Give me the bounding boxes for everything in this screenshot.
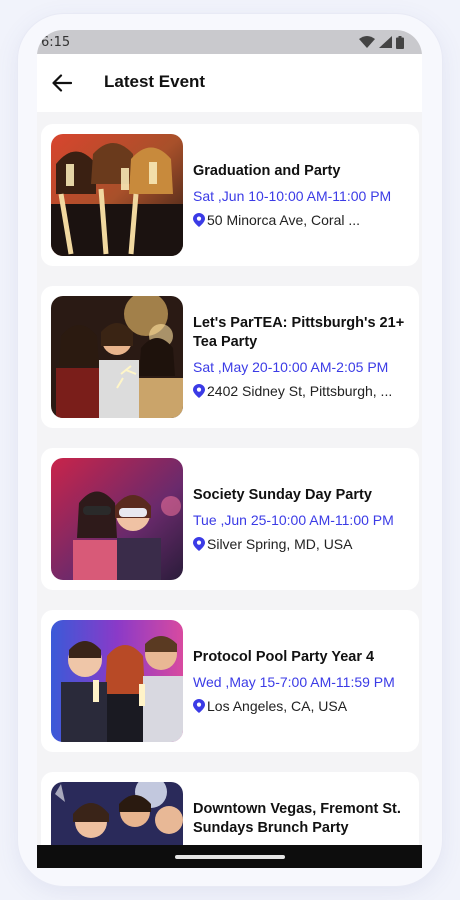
- status-time: 6:15: [41, 34, 71, 50]
- event-card[interactable]: Society Sunday Day Party Tue ,Jun 25-10:…: [41, 448, 419, 590]
- event-card[interactable]: Protocol Pool Party Year 4 Wed ,May 15-7…: [41, 610, 419, 752]
- event-card[interactable]: Let's ParTEA: Pittsburgh's 21+ Tea Party…: [41, 286, 419, 428]
- event-date: Sat ,May 20-10:00 AM-2:05 PM: [193, 359, 389, 375]
- home-indicator[interactable]: [174, 854, 285, 859]
- event-date: Sat ,Jun 10-10:00 AM-11:00 PM: [193, 188, 392, 204]
- event-image: [51, 458, 183, 580]
- event-card[interactable]: Graduation and Party Sat ,Jun 10-10:00 A…: [41, 124, 419, 266]
- event-info: Society Sunday Day Party Tue ,Jun 25-10:…: [193, 486, 411, 553]
- system-navigation-bar: [37, 845, 422, 868]
- event-date: Wed ,May 15-7:00 AM-11:59 PM: [193, 674, 395, 690]
- event-location-text: 50 Minorca Ave, Coral ...: [207, 212, 361, 228]
- event-date: Tue ,Jun 25-10:00 AM-11:00 PM: [193, 512, 394, 528]
- location-pin-icon: [193, 537, 205, 551]
- location-pin-icon: [193, 213, 205, 227]
- location-pin-icon: [193, 699, 205, 713]
- event-title: Graduation and Party: [193, 163, 341, 179]
- app-screen: 6:15 Latest Event Graduation and Party S…: [37, 30, 422, 868]
- event-image: [51, 134, 183, 256]
- event-info: Protocol Pool Party Year 4 Wed ,May 15-7…: [193, 648, 411, 715]
- event-location: 50 Minorca Ave, Coral ...: [193, 211, 411, 229]
- event-title: Downtown Vegas, Fremont St. Sundays Brun…: [193, 801, 401, 836]
- battery-icon: [396, 35, 404, 49]
- event-title: Protocol Pool Party Year 4: [193, 649, 375, 665]
- page-title: Latest Event: [104, 72, 206, 91]
- event-location-text: 2402 Sidney St, Pittsburgh, ...: [207, 383, 393, 399]
- event-title: Let's ParTEA: Pittsburgh's 21+ Tea Party: [193, 315, 405, 350]
- app-header: Latest Event: [37, 54, 422, 112]
- location-pin-icon: [193, 384, 205, 398]
- event-location-text: Los Angeles, CA, USA: [207, 698, 348, 714]
- status-bar: 6:15: [37, 30, 422, 54]
- event-location: 2402 Sidney St, Pittsburgh, ...: [193, 382, 411, 400]
- event-image: [51, 620, 183, 742]
- event-location: Los Angeles, CA, USA: [193, 697, 411, 715]
- status-icons: [359, 35, 404, 49]
- event-location: Silver Spring, MD, USA: [193, 535, 411, 553]
- back-button[interactable]: [50, 71, 74, 95]
- event-info: Graduation and Party Sat ,Jun 10-10:00 A…: [193, 162, 411, 229]
- event-location-text: Silver Spring, MD, USA: [207, 536, 353, 552]
- arrow-left-icon: [52, 74, 72, 92]
- event-info: Let's ParTEA: Pittsburgh's 21+ Tea Party…: [193, 314, 411, 400]
- event-title: Society Sunday Day Party: [193, 487, 372, 503]
- event-image: [51, 296, 183, 418]
- event-info: Downtown Vegas, Fremont St. Sundays Brun…: [193, 800, 411, 838]
- signal-icon: [379, 36, 392, 48]
- wifi-icon: [359, 36, 375, 48]
